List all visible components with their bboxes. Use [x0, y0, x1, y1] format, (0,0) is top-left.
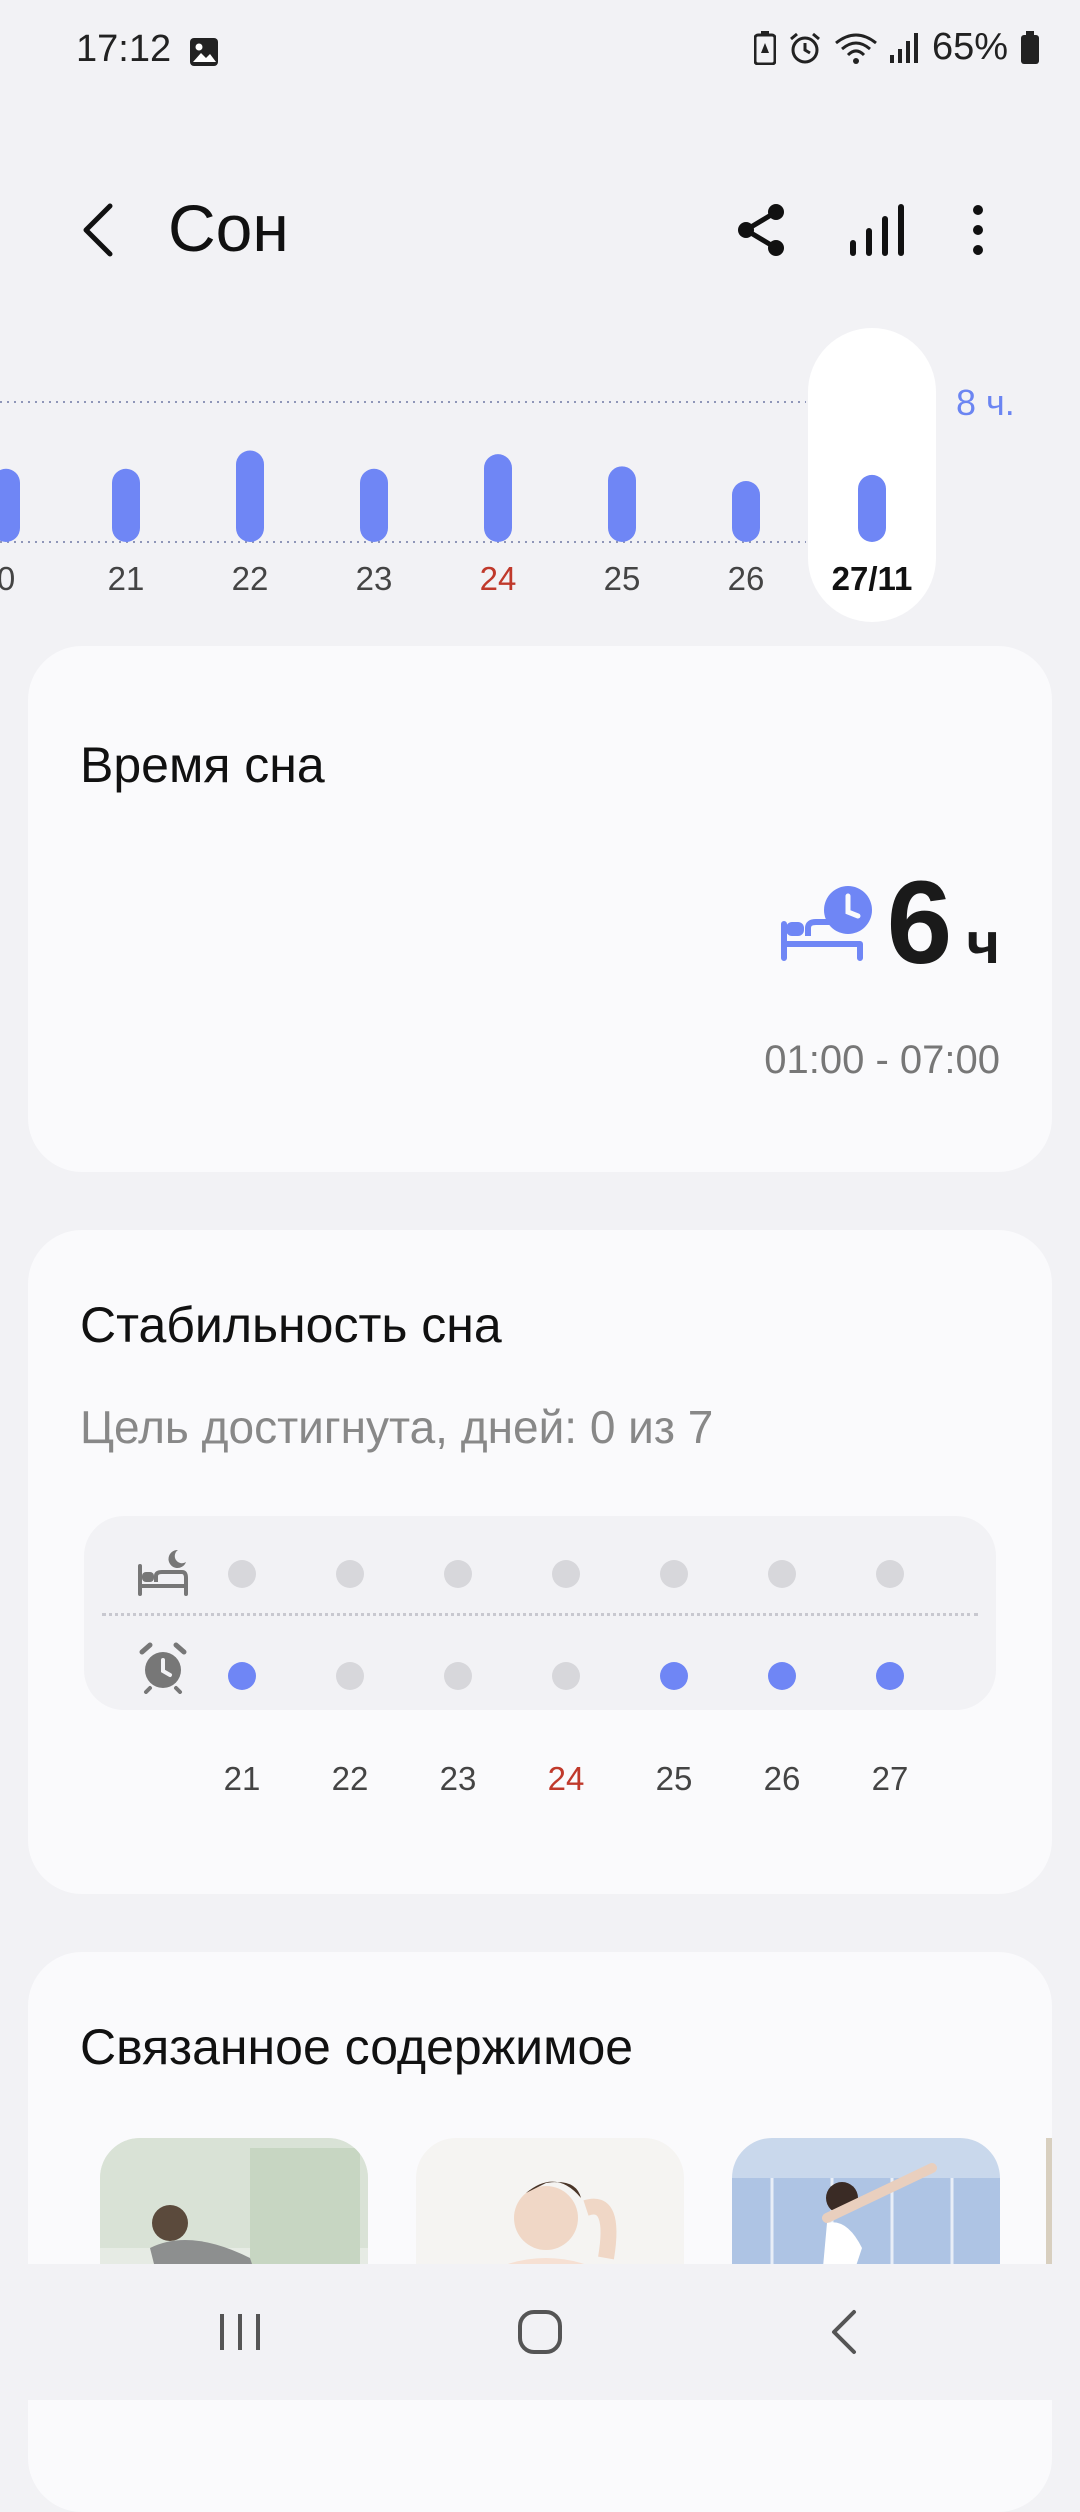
- battery-saver-icon: [753, 30, 776, 65]
- sleep-bar[interactable]: [732, 481, 760, 542]
- bedtime-icon: [138, 1549, 188, 1596]
- sleep-duration: 6 ч: [887, 864, 1000, 982]
- bedtime-dot: [336, 1560, 364, 1588]
- gallery-notification-icon: [190, 38, 218, 66]
- day-label[interactable]: 22: [232, 560, 269, 598]
- sleep-bar[interactable]: [360, 468, 388, 542]
- page-title: Сон: [168, 191, 289, 265]
- share-button[interactable]: [730, 198, 794, 262]
- day-label[interactable]: 25: [604, 560, 641, 598]
- week-bars: [0, 328, 936, 622]
- alarm-icon: [789, 32, 820, 63]
- sleep-bar[interactable]: [608, 466, 636, 542]
- trends-chart-button[interactable]: [844, 198, 908, 262]
- sleep-time-card[interactable]: Время сна 6 ч 01:00 - 07:00: [28, 646, 1052, 1172]
- day-label[interactable]: 0: [0, 560, 15, 598]
- stability-day-label: 27: [871, 1760, 909, 1797]
- goal-label: 8 ч.: [956, 382, 1015, 423]
- day-label[interactable]: 24: [480, 560, 517, 598]
- more-options-button[interactable]: [946, 198, 1010, 262]
- sleep-bar[interactable]: [858, 474, 886, 542]
- stability-day-label: 24: [547, 1760, 585, 1797]
- battery-icon: [1021, 30, 1039, 64]
- status-bar: 17:12 65%: [0, 0, 1080, 104]
- stability-day-label: 21: [223, 1760, 261, 1797]
- sleep-bar[interactable]: [236, 450, 264, 543]
- sleep-range: 01:00 - 07:00: [764, 1038, 1000, 1082]
- status-icons: 65%: [753, 26, 1040, 69]
- day-label[interactable]: 26: [728, 560, 765, 598]
- wake-dot: [228, 1662, 256, 1690]
- bedtime-dot: [660, 1560, 688, 1588]
- stability-day-label: 25: [655, 1760, 693, 1797]
- bedtime-dot: [552, 1560, 580, 1588]
- card-title: Время сна: [80, 737, 325, 793]
- week-sleep-chart[interactable]: 8 ч. 0 21 22 23 24 25 26 27/11: [0, 320, 1080, 640]
- stability-day-label: 22: [331, 1760, 369, 1797]
- wake-dot: [336, 1662, 364, 1690]
- back-button[interactable]: [70, 198, 130, 262]
- day-label[interactable]: 27/11: [832, 560, 913, 598]
- wake-dot: [768, 1662, 796, 1690]
- wake-dot: [660, 1662, 688, 1690]
- divider: [102, 1613, 978, 1616]
- system-nav-bar: [0, 2264, 1080, 2400]
- recent-apps-button[interactable]: [210, 2306, 270, 2358]
- wifi-icon: [835, 33, 877, 64]
- sleep-hours: 6: [886, 857, 953, 989]
- day-label[interactable]: 21: [108, 560, 145, 598]
- app-header: Сон: [0, 180, 1080, 280]
- wake-dot: [444, 1662, 472, 1690]
- wake-alarm-icon: [139, 1642, 187, 1694]
- related-content-card: Связанное содержимое: [28, 1952, 1052, 2512]
- bed-clock-icon: [781, 886, 872, 961]
- card-title: Стабильность сна: [80, 1297, 502, 1353]
- stability-day-label: 26: [763, 1760, 801, 1797]
- bedtime-dot: [228, 1560, 256, 1588]
- sleep-bar[interactable]: [112, 468, 140, 542]
- wake-dot: [552, 1662, 580, 1690]
- status-time: 17:12: [76, 28, 172, 70]
- bedtime-dot: [444, 1560, 472, 1588]
- bedtime-dot: [768, 1560, 796, 1588]
- stability-goal-text: Цель достигнута, дней: 0 из 7: [80, 1401, 714, 1453]
- stability-day-label: 23: [439, 1760, 477, 1797]
- card-title: Связанное содержимое: [80, 2019, 634, 2075]
- signal-icon: [889, 32, 918, 63]
- bedtime-dot: [876, 1560, 904, 1588]
- day-label[interactable]: 23: [356, 560, 393, 598]
- sleep-bar[interactable]: [484, 454, 512, 542]
- back-nav-button[interactable]: [816, 2306, 876, 2358]
- sleep-unit: ч: [966, 911, 1000, 976]
- sleep-bar[interactable]: [0, 468, 20, 542]
- home-button[interactable]: [510, 2306, 570, 2358]
- battery-percent: 65%: [931, 26, 1008, 68]
- sleep-stability-card[interactable]: Стабильность сна Цель достигнута, дней: …: [28, 1230, 1052, 1894]
- stability-grid: [84, 1516, 996, 1710]
- wake-dot: [876, 1662, 904, 1690]
